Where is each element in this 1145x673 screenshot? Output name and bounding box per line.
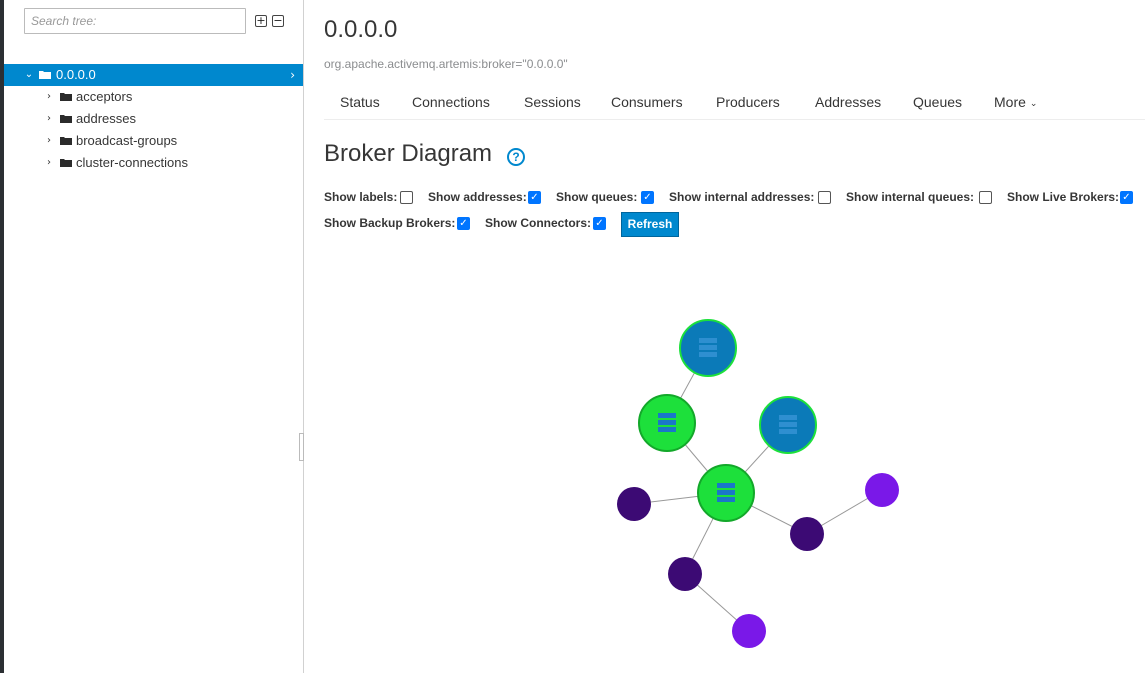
folder-icon: [60, 159, 72, 167]
chevron-down-icon[interactable]: ⌄: [24, 64, 34, 86]
show-internal-addresses-label: Show internal addresses:: [669, 190, 815, 204]
minus-square-icon[interactable]: −: [272, 15, 284, 27]
tree-item-broadcast-groups[interactable]: › broadcast-groups: [4, 130, 303, 152]
search-tree-input[interactable]: [24, 8, 246, 34]
show-internal-queues-checkbox[interactable]: [979, 191, 992, 204]
show-labels-checkbox[interactable]: [400, 191, 413, 204]
refresh-button[interactable]: Refresh: [621, 212, 679, 237]
address-node[interactable]: [668, 557, 702, 591]
broker-diagram: [617, 319, 899, 648]
tab-producers[interactable]: Producers: [716, 94, 780, 110]
tree-item-label: acceptors: [76, 89, 133, 104]
show-live-brokers-label: Show Live Brokers:: [1007, 190, 1120, 204]
show-backup-brokers-label: Show Backup Brokers:: [324, 216, 456, 230]
main-content: 0.0.0.0 org.apache.activemq.artemis:brok…: [304, 0, 1145, 673]
tree-item-broker[interactable]: ⌄ 0.0.0.0 ›: [4, 64, 303, 86]
folder-icon: [60, 137, 72, 145]
tab-more[interactable]: More ⌄: [994, 94, 1037, 110]
tree-item-acceptors[interactable]: › acceptors: [4, 86, 303, 108]
diagram-links: [633, 347, 883, 632]
live-broker-node[interactable]: [638, 394, 696, 452]
chevron-right-icon[interactable]: ›: [44, 86, 54, 108]
show-queues-label: Show queues:: [556, 190, 638, 204]
show-backup-brokers-checkbox[interactable]: ✓: [457, 217, 470, 230]
chevron-down-icon: ⌄: [1029, 99, 1038, 109]
server-icon: [658, 413, 676, 432]
plus-square-icon[interactable]: +: [255, 15, 267, 27]
tab-status[interactable]: Status: [340, 94, 380, 110]
sidebar: + − ⌄ 0.0.0.0 › › acceptors › addresses …: [4, 0, 304, 673]
mbean-name: org.apache.activemq.artemis:broker="0.0.…: [324, 57, 568, 71]
folder-icon: [60, 115, 72, 123]
chevron-right-icon[interactable]: ›: [44, 130, 54, 152]
show-connectors-checkbox[interactable]: ✓: [593, 217, 606, 230]
server-icon: [779, 415, 797, 434]
tab-more-label: More: [994, 94, 1026, 110]
show-internal-addresses-checkbox[interactable]: [818, 191, 831, 204]
tab-queues[interactable]: Queues: [913, 94, 962, 110]
tree-item-label: addresses: [76, 111, 136, 126]
live-broker-node-main[interactable]: [697, 464, 755, 522]
address-node[interactable]: [790, 517, 824, 551]
tab-consumers[interactable]: Consumers: [611, 94, 683, 110]
queue-node[interactable]: [865, 473, 899, 507]
tab-sessions[interactable]: Sessions: [524, 94, 581, 110]
diagram-title: Broker Diagram: [324, 140, 493, 167]
show-internal-queues-label: Show internal queues:: [846, 190, 975, 204]
page-title: 0.0.0.0: [324, 16, 398, 43]
address-node[interactable]: [617, 487, 651, 521]
show-labels-label: Show labels:: [324, 190, 398, 204]
server-icon: [717, 483, 735, 502]
tab-addresses[interactable]: Addresses: [815, 94, 881, 110]
show-addresses-label: Show addresses:: [428, 190, 527, 204]
server-icon: [699, 338, 717, 357]
tree-item-label: broadcast-groups: [76, 133, 178, 148]
folder-icon: [39, 71, 51, 79]
folder-icon: [60, 93, 72, 101]
tree-item-cluster-connections[interactable]: › cluster-connections: [4, 152, 303, 174]
tree-item-label: cluster-connections: [76, 155, 188, 170]
show-addresses-checkbox[interactable]: ✓: [528, 191, 541, 204]
chevron-right-icon: ›: [290, 68, 295, 82]
backup-broker-node[interactable]: [679, 319, 737, 377]
show-connectors-label: Show Connectors:: [485, 216, 592, 230]
backup-broker-node[interactable]: [759, 396, 817, 454]
chevron-right-icon[interactable]: ›: [44, 108, 54, 130]
queue-node[interactable]: [732, 614, 766, 648]
chevron-right-icon[interactable]: ›: [44, 152, 54, 174]
nav-tabs: Status Connections Sessions Consumers Pr…: [324, 86, 1145, 120]
tab-connections[interactable]: Connections: [412, 94, 490, 110]
question-circle-icon[interactable]: ?: [507, 148, 525, 166]
tree-item-addresses[interactable]: › addresses: [4, 108, 303, 130]
show-live-brokers-checkbox[interactable]: ✓: [1120, 191, 1133, 204]
show-queues-checkbox[interactable]: ✓: [641, 191, 654, 204]
tree-item-label: 0.0.0.0: [56, 67, 96, 82]
